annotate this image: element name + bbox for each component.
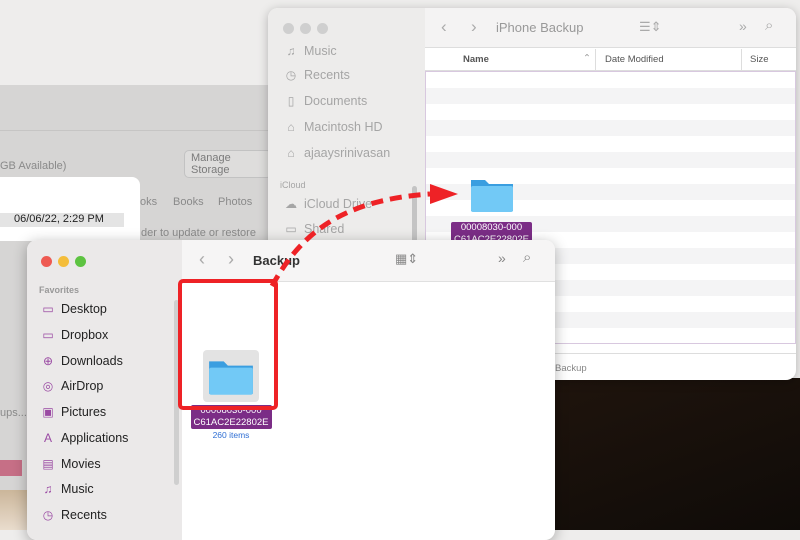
- arrow-head-icon: [430, 184, 458, 204]
- drag-arrow: [269, 184, 458, 288]
